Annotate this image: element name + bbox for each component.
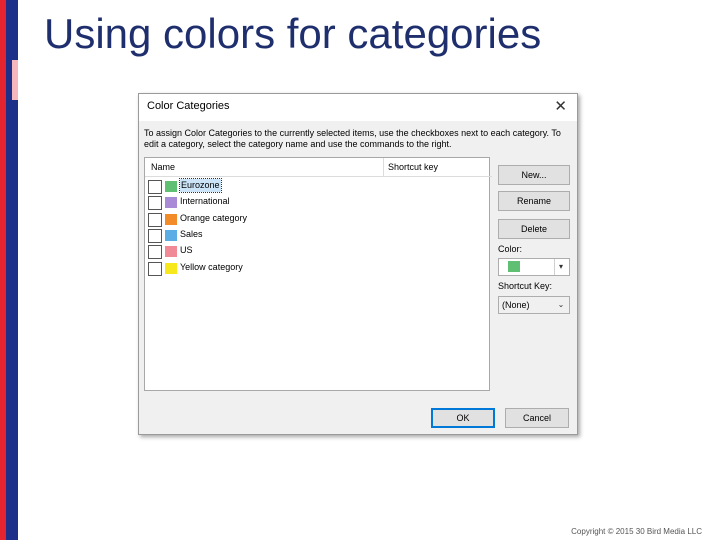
category-row[interactable]: International	[145, 194, 489, 211]
close-icon[interactable]: ✕	[554, 97, 567, 115]
rename-button[interactable]: Rename	[498, 191, 570, 211]
accent-bar-highlight	[12, 60, 18, 100]
dialog-title: Color Categories	[147, 100, 230, 112]
slide-title: Using colors for categories	[44, 10, 542, 57]
category-color-swatch	[165, 213, 177, 225]
category-color-swatch	[165, 229, 177, 241]
category-row[interactable]: Yellow category	[145, 260, 489, 276]
category-label[interactable]: Orange category	[180, 212, 247, 225]
dialog-body: To assign Color Categories to the curren…	[139, 121, 577, 434]
category-label[interactable]: Sales	[180, 228, 203, 241]
copyright-notice: Copyright © 2015 30 Bird Media LLC	[571, 527, 702, 536]
color-picker[interactable]: ▾	[498, 258, 570, 276]
category-checkbox[interactable]	[148, 212, 162, 227]
category-row[interactable]: Sales	[145, 227, 489, 243]
shortcut-key-label: Shortcut Key:	[498, 281, 553, 291]
shortcut-key-value: (None)	[502, 300, 530, 310]
category-list[interactable]: Name Shortcut key Eurozone International O…	[144, 157, 492, 391]
shortcut-key-select[interactable]: (None) ⌄	[498, 296, 570, 314]
category-label[interactable]: International	[180, 195, 230, 208]
column-header-shortcut[interactable]: Shortcut key	[384, 158, 492, 177]
category-color-swatch	[165, 197, 177, 209]
color-label: Color:	[498, 244, 523, 254]
color-categories-dialog: Color Categories ✕ To assign Color Categ…	[138, 93, 578, 435]
delete-button[interactable]: Delete	[498, 219, 570, 239]
chevron-down-icon[interactable]: ▾	[554, 259, 567, 275]
category-color-swatch	[165, 246, 177, 258]
category-color-swatch	[165, 262, 177, 274]
chevron-down-icon[interactable]: ⌄	[555, 297, 567, 313]
ok-button[interactable]: OK	[431, 408, 495, 428]
category-row[interactable]: Orange category	[145, 211, 489, 227]
new-button[interactable]: New...	[498, 165, 570, 185]
category-row[interactable]: US	[145, 243, 489, 260]
category-color-swatch	[165, 181, 177, 192]
category-row[interactable]: Eurozone	[145, 178, 489, 194]
category-label[interactable]: Yellow category	[180, 261, 243, 274]
left-accent-bar	[0, 0, 18, 540]
column-header-name[interactable]: Name	[145, 158, 384, 177]
category-checkbox[interactable]	[148, 180, 162, 194]
category-checkbox[interactable]	[148, 196, 162, 211]
dialog-instructions: To assign Color Categories to the curren…	[144, 128, 561, 149]
cancel-button[interactable]: Cancel	[505, 408, 569, 428]
category-checkbox[interactable]	[148, 228, 162, 243]
category-checkbox[interactable]	[148, 245, 162, 260]
category-label[interactable]: Eurozone	[179, 178, 222, 193]
category-checkbox[interactable]	[148, 261, 162, 276]
selected-color-swatch	[508, 261, 520, 272]
category-label[interactable]: US	[180, 244, 193, 257]
